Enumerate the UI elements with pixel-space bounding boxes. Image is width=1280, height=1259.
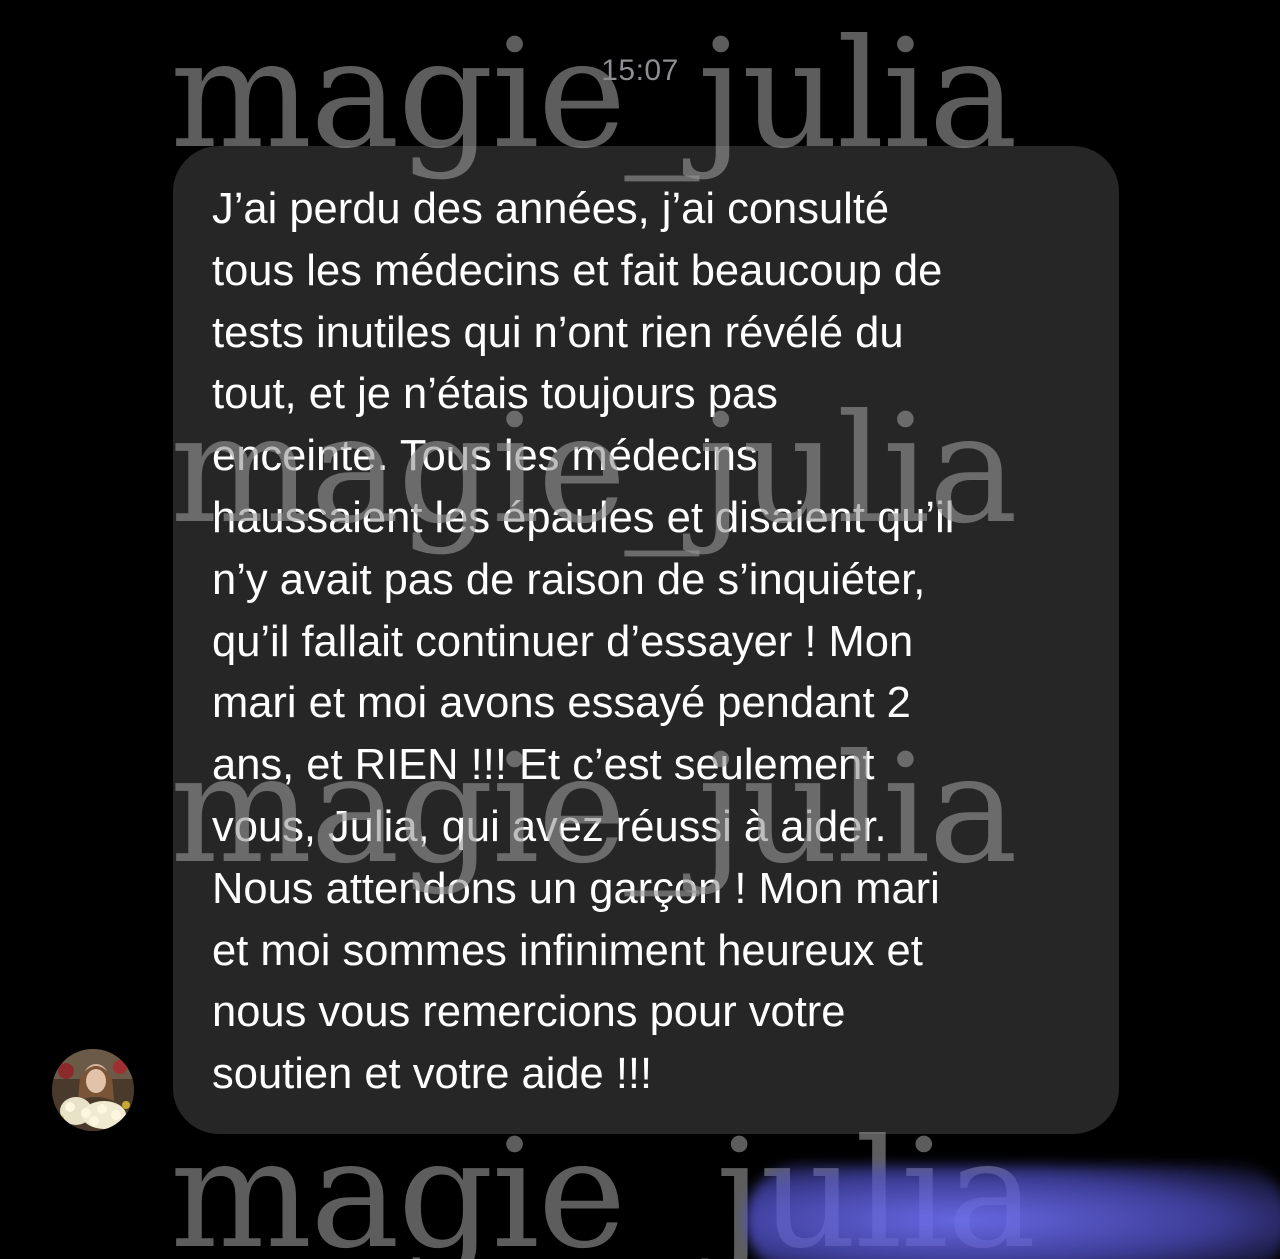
message-bubble[interactable]: J’ai perdu des années, j’ai consulté tou… [173,146,1119,1134]
sender-avatar[interactable] [52,1049,134,1131]
message-text: J’ai perdu des années, j’ai consulté tou… [212,185,955,1099]
redaction-blur-overlay [745,1165,1280,1259]
message-timestamp: 15:07 [601,54,679,87]
profile-photo-icon [52,1049,134,1131]
chat-screen: 15:07 J’ai perdu des années, j’ai consul… [0,0,1280,1259]
